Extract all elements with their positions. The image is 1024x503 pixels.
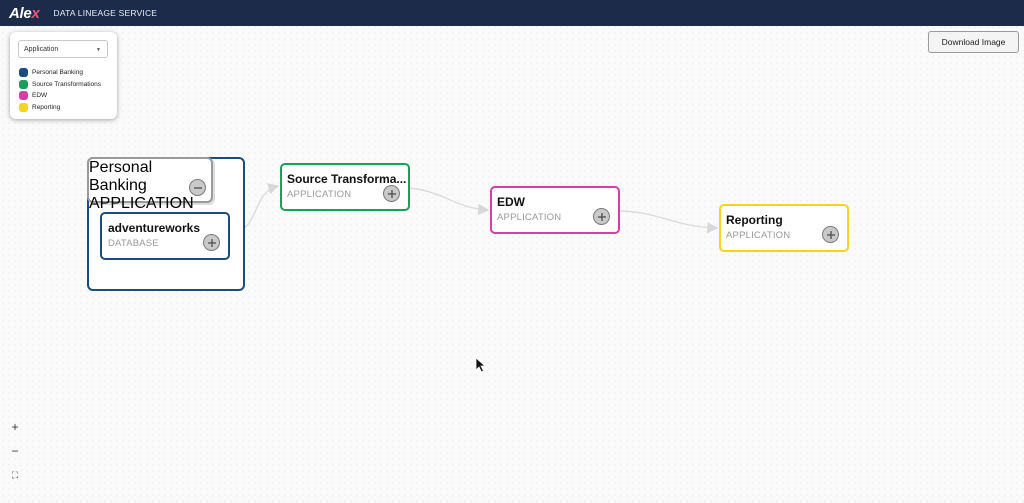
group-by-select[interactable]: Application ▼ [18,40,108,58]
legend-list: Personal Banking Source Transformations … [19,67,101,113]
edge-edw-to-reporting [619,210,719,234]
legend-swatch [19,68,28,78]
download-image-button[interactable]: Download Image [928,31,1019,53]
fit-view-button[interactable]: ⛶ [8,466,22,484]
zoom-in-button[interactable]: + [8,418,22,436]
node-kind: APPLICATION [287,189,352,200]
legend-item: Source Transformations [19,79,101,91]
mouse-cursor-icon [475,357,487,373]
plus-icon [597,212,606,221]
minus-icon [193,186,202,189]
node-name: Reporting [726,213,783,227]
legend-label: EDW [32,92,48,100]
legend-label: Personal Banking [32,69,83,77]
zoom-controls: + − ⛶ [8,418,22,484]
group-by-value: Application [24,45,59,53]
plus-icon [826,230,835,239]
collapse-button[interactable] [189,179,206,196]
node-reporting[interactable]: Reporting APPLICATION [719,204,849,252]
chevron-down-icon: ▼ [96,47,101,53]
expand-button[interactable] [383,185,400,202]
legend-item: Personal Banking [19,67,101,79]
expand-button[interactable] [203,234,220,251]
plus-icon [387,189,396,198]
node-name: Source Transforma... [287,172,407,186]
node-edw[interactable]: EDW APPLICATION [490,186,620,234]
node-kind: APPLICATION [726,230,791,241]
legend-label: Reporting [32,103,61,111]
expand-button[interactable] [593,208,610,225]
legend-swatch [19,79,28,89]
node-kind: DATABASE [108,238,159,249]
legend-label: Source Transformations [32,80,102,88]
plus-icon [207,238,216,247]
node-name: adventureworks [108,221,201,235]
zoom-out-button[interactable]: − [8,442,22,460]
node-kind: APPLICATION [497,212,562,223]
legend-swatch [19,102,28,112]
node-adventureworks[interactable]: adventureworks DATABASE [100,212,230,260]
edge-source-to-edw [409,187,490,215]
legend-panel: Application ▼ Personal Banking Source Tr… [10,32,117,119]
legend-swatch [19,91,28,101]
legend-item: Reporting [19,102,101,114]
node-source-transformations[interactable]: Source Transforma... APPLICATION [280,163,410,211]
node-name: EDW [497,195,525,209]
node-kind: APPLICATION [89,195,194,212]
expand-button[interactable] [822,226,839,243]
node-personal-banking[interactable]: Personal Banking APPLICATION [87,157,213,212]
legend-item: EDW [19,90,101,102]
